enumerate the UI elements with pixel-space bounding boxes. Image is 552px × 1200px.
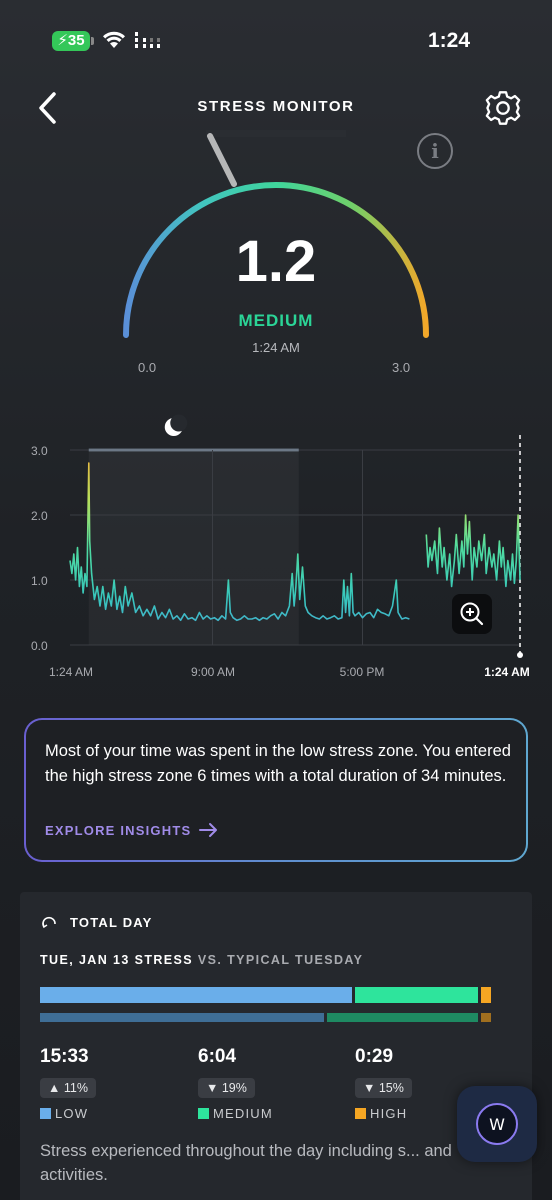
zoom-button[interactable] xyxy=(452,594,492,634)
stat-low: 15:33 ▲ 11% LOW xyxy=(40,1046,96,1121)
y-tick-label: 2.0 xyxy=(31,509,48,523)
battery-level: 35 xyxy=(67,32,85,49)
y-tick-label: 0.0 xyxy=(31,639,48,653)
status-bar: ⚡35 1:24 xyxy=(0,0,552,82)
zoom-in-icon xyxy=(460,602,484,626)
stat-medium-label: MEDIUM xyxy=(198,1106,273,1121)
stress-level: MEDIUM xyxy=(238,311,314,330)
stat-high-delta: ▼ 15% xyxy=(355,1078,412,1098)
typical-distribution-bar xyxy=(40,1013,491,1022)
battery-cap xyxy=(91,37,94,45)
stat-high-value: 0:29 xyxy=(355,1046,394,1067)
stat-medium: 6:04 ▼ 19% MEDIUM xyxy=(198,1046,273,1121)
x-tick-label: 5:00 PM xyxy=(340,665,385,679)
moon-icon-shadow xyxy=(170,414,188,432)
stress-time: 1:24 AM xyxy=(252,340,300,355)
delta-up-icon: ▲ xyxy=(48,1081,61,1095)
cellular-signal-icon xyxy=(135,32,160,48)
today-segment xyxy=(355,987,479,1003)
stat-medium-delta-value: 19% xyxy=(221,1081,247,1095)
info-icon[interactable]: i xyxy=(417,133,453,169)
total-day-title: TOTAL DAY xyxy=(70,915,153,930)
battery-indicator: ⚡35 xyxy=(52,31,90,51)
stat-medium-label-text: MEDIUM xyxy=(213,1106,273,1121)
low-swatch xyxy=(40,1108,51,1119)
today-segment xyxy=(40,987,353,1003)
delta-down-icon: ▼ xyxy=(206,1081,219,1095)
comparison-baseline: VS. TYPICAL TUESDAY xyxy=(197,953,364,967)
x-tick-label: 1:24 AM xyxy=(484,665,530,679)
stat-medium-value: 6:04 xyxy=(198,1046,237,1067)
delta-down-icon: ▼ xyxy=(363,1081,376,1095)
insight-text: Most of your time was spent in the low s… xyxy=(45,742,511,785)
gear-icon[interactable] xyxy=(484,89,522,127)
gauge-needle xyxy=(207,133,237,187)
y-tick-label: 3.0 xyxy=(31,444,48,458)
typical-segment xyxy=(40,1013,324,1022)
stat-high-delta-value: 15% xyxy=(378,1081,404,1095)
stress-value: 1.2 xyxy=(235,229,317,294)
high-swatch xyxy=(355,1108,366,1119)
day-cycle-icon xyxy=(42,916,56,929)
stat-high: 0:29 ▼ 15% HIGH xyxy=(355,1046,412,1121)
comparison-heading: TUE, JAN 13 STRESS VS. TYPICAL TUESDAY xyxy=(40,953,363,967)
sleep-band xyxy=(88,450,299,645)
stat-high-label: HIGH xyxy=(355,1106,412,1121)
today-distribution-bar xyxy=(40,987,491,1003)
stat-low-delta-value: 11% xyxy=(63,1081,88,1095)
gauge-max-label: 3.0 xyxy=(392,360,411,375)
assistant-logo[interactable]: W xyxy=(476,1103,518,1145)
gauge-min-label: 0.0 xyxy=(138,360,157,375)
stress-line-segment xyxy=(425,514,521,588)
total-day-description: Stress experienced throughout the day in… xyxy=(40,1142,452,1184)
typical-segment xyxy=(481,1013,491,1022)
wifi-icon xyxy=(103,31,125,48)
explore-insights-link[interactable]: EXPLORE INSIGHTS xyxy=(45,822,219,838)
medium-swatch xyxy=(198,1108,209,1119)
typical-segment xyxy=(326,1013,479,1022)
x-tick-label: 1:24 AM xyxy=(49,665,93,679)
y-tick-label: 1.0 xyxy=(31,574,48,588)
today-segment xyxy=(481,987,491,1003)
stat-high-label-text: HIGH xyxy=(370,1106,408,1121)
status-time: 1:24 xyxy=(427,29,470,52)
arrow-right-icon xyxy=(199,823,218,837)
stat-low-delta: ▲ 11% xyxy=(40,1078,96,1098)
stat-low-value: 15:33 xyxy=(40,1046,89,1067)
stat-low-label: LOW xyxy=(40,1106,96,1121)
now-marker-dot xyxy=(517,652,523,658)
explore-insights-label: EXPLORE INSIGHTS xyxy=(45,822,192,838)
stat-medium-delta: ▼ 19% xyxy=(198,1078,255,1098)
stress-chart[interactable]: 0.0 1.0 2.0 3.0 1:24 AM 9:00 AM 5:00 PM 1:24 AM xyxy=(0,400,552,690)
x-tick-label: 9:00 AM xyxy=(191,665,235,679)
stat-low-label-text: LOW xyxy=(55,1106,89,1121)
page-title: STRESS MONITOR xyxy=(197,98,355,115)
comparison-date: TUE, JAN 13 STRESS xyxy=(40,953,194,967)
